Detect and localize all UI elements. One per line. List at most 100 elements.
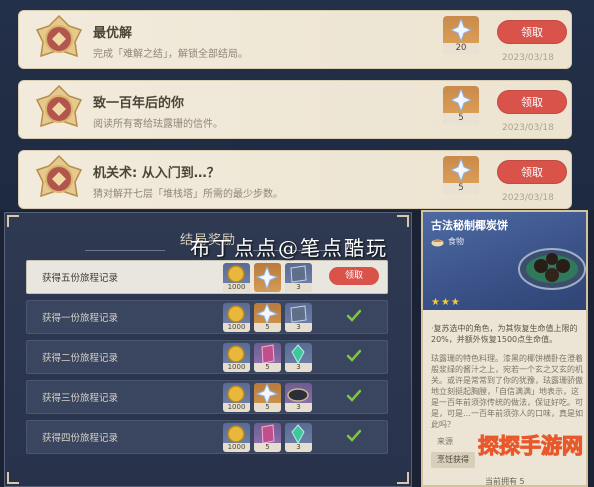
food-icon	[431, 239, 444, 247]
reward-primogem[interactable]	[254, 263, 281, 292]
reward-count: 3	[285, 363, 312, 372]
reward-row-label: 获得二份旅程记录	[42, 353, 119, 364]
achievement-description: 完成「难解之结」，解锁全部结局。	[93, 49, 248, 60]
achievement-description: 猜对解开七层「堆栈塔」所需的最少步数。	[93, 189, 283, 200]
achievement-emblem-icon	[35, 84, 83, 128]
mora-icon	[227, 345, 245, 363]
reward-row: 获得五份旅程记录 1000 3 领取	[26, 260, 388, 294]
primogem-icon	[451, 19, 471, 41]
achievement-item: 最优解 完成「难解之结」，解锁全部结局。 20 领取 2023/03/18	[18, 10, 572, 69]
reward-hero-wit[interactable]: 3	[285, 303, 312, 332]
reward-count: 1000	[223, 363, 250, 372]
crystal-material-icon	[261, 344, 275, 364]
reward-mora[interactable]: 1000	[223, 343, 250, 372]
dish-icon	[287, 388, 309, 402]
reward-primogem[interactable]: 5	[254, 303, 281, 332]
claim-button[interactable]: 领取	[497, 90, 567, 114]
claimed-check-icon	[346, 389, 362, 402]
achievement-item: 机关术: 从入门到…？ 猜对解开七层「堆栈塔」所需的最少步数。 5 领取 202…	[18, 150, 572, 209]
primogem-icon	[255, 383, 279, 406]
claim-button[interactable]: 领取	[497, 160, 567, 184]
reward-mora[interactable]: 1000	[223, 383, 250, 412]
achievement-date: 2023/03/18	[502, 193, 554, 203]
achievement-description: 阅读所有寄给珐露珊的信件。	[93, 119, 223, 130]
owned-count: 当前拥有 5	[485, 477, 525, 486]
claim-button[interactable]: 领取	[329, 267, 379, 285]
item-effect: ·复苏选中的角色，为其恢复生命值上限的20%，并额外恢复1500点生命值。	[431, 324, 578, 344]
frame-corner	[397, 215, 409, 227]
green-gem-icon	[291, 424, 305, 445]
reward-gem[interactable]: 3	[285, 343, 312, 372]
coconut-charcoal-cake-icon	[518, 248, 586, 290]
frame-corner	[7, 472, 19, 484]
reward-mora[interactable]: 1000	[223, 263, 250, 292]
reward-hero-wit[interactable]: 3	[285, 263, 312, 292]
book-icon	[290, 265, 307, 283]
achievement-list: 最优解 完成「难解之结」，解锁全部结局。 20 领取 2023/03/18 致一…	[0, 0, 594, 210]
svg-text:探探手游网: 探探手游网	[478, 434, 583, 458]
mora-icon	[227, 385, 245, 403]
mora-icon	[227, 305, 245, 323]
primogem-icon	[255, 265, 279, 291]
reward-count: 3	[285, 283, 312, 292]
reward-count: 5	[254, 323, 281, 332]
item-type: 食物	[448, 237, 464, 246]
reward-count: 20	[443, 43, 479, 54]
source-cooking-button[interactable]: 烹饪获得	[431, 452, 475, 468]
reward-count: 3	[285, 323, 312, 332]
reward-row: 获得二份旅程记录 1000 5 3	[26, 340, 388, 374]
source-label: 来源	[437, 437, 453, 446]
primogem-icon	[451, 159, 471, 181]
achievement-title: 机关术: 从入门到…？	[93, 166, 220, 181]
crystal-material-icon	[261, 424, 275, 444]
reward-material[interactable]: 5	[254, 343, 281, 372]
reward-row-label: 获得五份旅程记录	[42, 273, 119, 284]
reward-row-label: 获得三份旅程记录	[42, 393, 119, 404]
reward-count: 5	[254, 443, 281, 452]
reward-row-label: 获得一份旅程记录	[42, 313, 119, 324]
mora-icon	[227, 265, 245, 283]
reward-count: 5	[254, 403, 281, 412]
reward-gem[interactable]: 3	[285, 423, 312, 452]
primogem-icon	[255, 303, 279, 326]
achievement-emblem-icon	[35, 14, 83, 58]
achievement-item: 致一百年后的你 阅读所有寄给珐露珊的信件。 5 领取 2023/03/18	[18, 80, 572, 139]
claimed-check-icon	[346, 429, 362, 442]
reward-mora[interactable]: 1000	[223, 303, 250, 332]
claimed-check-icon	[346, 349, 362, 362]
rarity-stars: ★★★	[431, 297, 461, 308]
reward-primogem[interactable]: 5	[443, 156, 479, 194]
item-header: 古法秘制椰炭饼 食物 ★★★	[423, 212, 586, 310]
book-icon	[290, 305, 307, 323]
reward-primogem[interactable]: 20	[443, 16, 479, 54]
green-gem-icon	[291, 344, 305, 365]
reward-count: 1000	[223, 283, 250, 292]
watermark-text: 布丁点点@笔点酷玩	[190, 236, 388, 260]
reward-count: 5	[443, 113, 479, 124]
reward-count: 5	[254, 363, 281, 372]
claimed-check-icon	[346, 309, 362, 322]
primogem-icon	[451, 89, 471, 111]
reward-count: 1000	[223, 323, 250, 332]
reward-count: 3	[285, 403, 312, 412]
reward-primogem[interactable]: 5	[254, 383, 281, 412]
reward-count: 1000	[223, 403, 250, 412]
achievement-emblem-icon	[35, 154, 83, 198]
reward-row: 获得四份旅程记录 1000 5 3	[26, 420, 388, 454]
reward-material[interactable]: 5	[254, 423, 281, 452]
reward-primogem[interactable]: 5	[443, 86, 479, 124]
title-divider	[85, 250, 165, 251]
reward-count: 3	[285, 443, 312, 452]
achievement-title: 最优解	[93, 26, 133, 41]
achievement-title: 致一百年后的你	[93, 96, 185, 111]
reward-material[interactable]: 3	[285, 383, 312, 412]
item-name: 古法秘制椰炭饼	[431, 219, 508, 232]
reward-row-label: 获得四份旅程记录	[42, 433, 119, 444]
achievement-date: 2023/03/18	[502, 53, 554, 63]
reward-mora[interactable]: 1000	[223, 423, 250, 452]
watermark-logo: 探探手游网	[478, 434, 584, 459]
achievement-date: 2023/03/18	[502, 123, 554, 133]
frame-corner	[7, 215, 19, 227]
reward-count: 1000	[223, 443, 250, 452]
claim-button[interactable]: 领取	[497, 20, 567, 44]
